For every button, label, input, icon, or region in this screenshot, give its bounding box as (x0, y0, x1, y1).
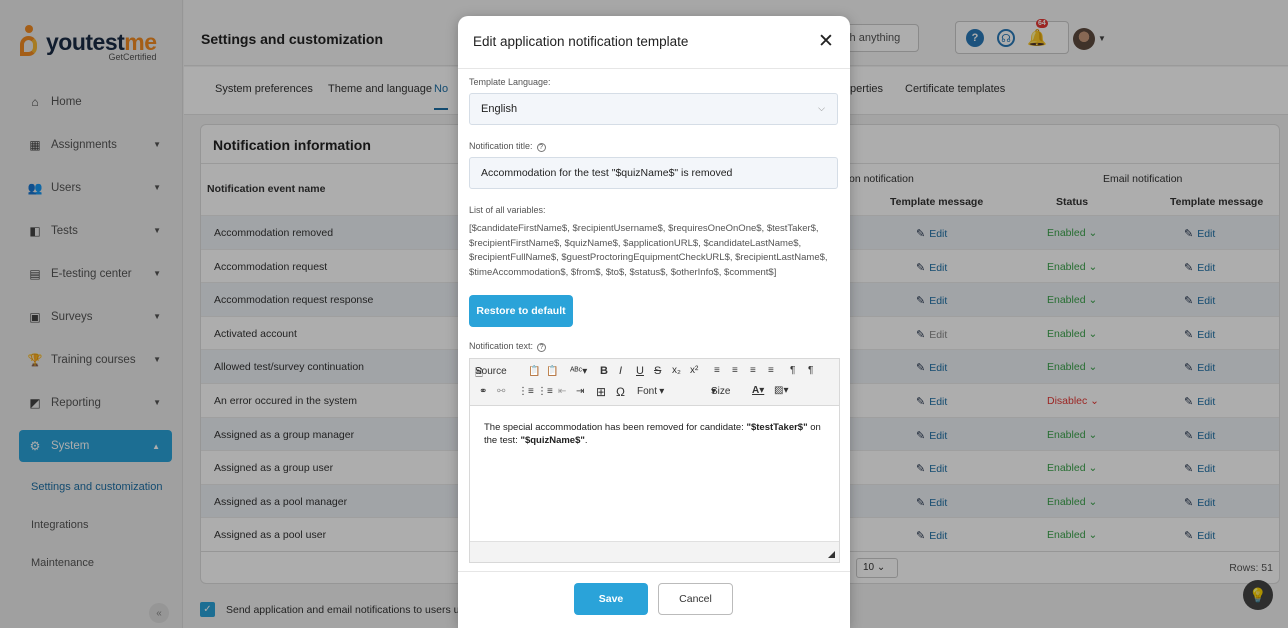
variables-list: [$candidateFirstName$, $recipientUsernam… (469, 223, 828, 278)
notification-title-input[interactable]: Accommodation for the test "$quizName$" … (469, 157, 838, 189)
align-center-icon[interactable]: ≡ (732, 365, 738, 376)
title-label: Notification title:? (469, 141, 546, 152)
save-button[interactable]: Save (574, 583, 648, 615)
editor-content[interactable]: The special accommodation has been remov… (484, 422, 834, 447)
justify-icon[interactable]: ≡ (768, 365, 774, 376)
align-right-icon[interactable]: ≡ (750, 365, 756, 376)
bullet-list-icon[interactable]: ⋮≡ (537, 386, 553, 397)
underline-icon[interactable]: U (636, 365, 644, 377)
editor-statusbar (470, 541, 839, 562)
text-color-icon[interactable]: A▾ (752, 385, 764, 396)
link-icon[interactable]: ⚭ (479, 386, 487, 397)
rtl-icon[interactable]: ¶ (808, 365, 813, 376)
language-select[interactable]: English ⌵ (469, 93, 838, 125)
modal-body: Template Language: English ⌵ Notification… (458, 68, 850, 572)
indent-icon[interactable]: ⇥ (576, 386, 584, 397)
language-label: Template Language: (469, 77, 551, 87)
size-select[interactable]: Size ▾ (711, 386, 730, 397)
variables-label: List of all variables: (469, 205, 546, 215)
table-icon[interactable]: ⊞ (596, 385, 606, 399)
bold-icon[interactable]: B (600, 365, 608, 377)
paste-text-icon[interactable]: 📋 (546, 366, 558, 377)
editor-toolbar: 🗎 Source 📋 📋 ᴬᴮᶜ▾ B I U S x₂ x² ≡ ≡ ≡ ≡ … (470, 359, 839, 406)
cancel-button[interactable]: Cancel (658, 583, 733, 615)
italic-icon[interactable]: I (619, 365, 622, 377)
font-select[interactable]: Font ▾ (637, 386, 664, 397)
restore-default-button[interactable]: Restore to default (469, 295, 573, 327)
bg-color-icon[interactable]: ▨▾ (774, 385, 788, 396)
subscript-icon[interactable]: x₂ (672, 365, 681, 376)
align-left-icon[interactable]: ≡ (714, 365, 720, 376)
superscript-icon[interactable]: x² (690, 365, 698, 376)
chevron-down-icon: ⌵ (818, 103, 825, 113)
special-char-icon[interactable]: Ω (616, 385, 625, 399)
rich-text-editor[interactable]: 🗎 Source 📋 📋 ᴬᴮᶜ▾ B I U S x₂ x² ≡ ≡ ≡ ≡ … (469, 358, 840, 563)
help-icon: ? (537, 343, 547, 352)
resize-handle-icon[interactable] (828, 551, 835, 558)
modal-title: Edit application notification template (473, 34, 689, 49)
strikethrough-icon[interactable]: S (654, 365, 661, 377)
text-label: Notification text:? (469, 341, 547, 352)
paste-icon[interactable]: 📋 (528, 366, 540, 377)
unlink-icon[interactable]: ⚯ (497, 386, 505, 397)
close-icon[interactable]: ✕ (818, 30, 834, 53)
help-icon: ? (536, 143, 546, 152)
spellcheck-icon[interactable]: ᴬᴮᶜ▾ (570, 366, 587, 377)
modal-footer: Save Cancel (458, 572, 850, 628)
ltr-icon[interactable]: ¶ (790, 365, 795, 376)
edit-template-modal: Edit application notification template ✕… (458, 16, 850, 628)
outdent-icon[interactable]: ⇤ (558, 386, 566, 397)
numbered-list-icon[interactable]: ⋮≡ (518, 386, 534, 397)
